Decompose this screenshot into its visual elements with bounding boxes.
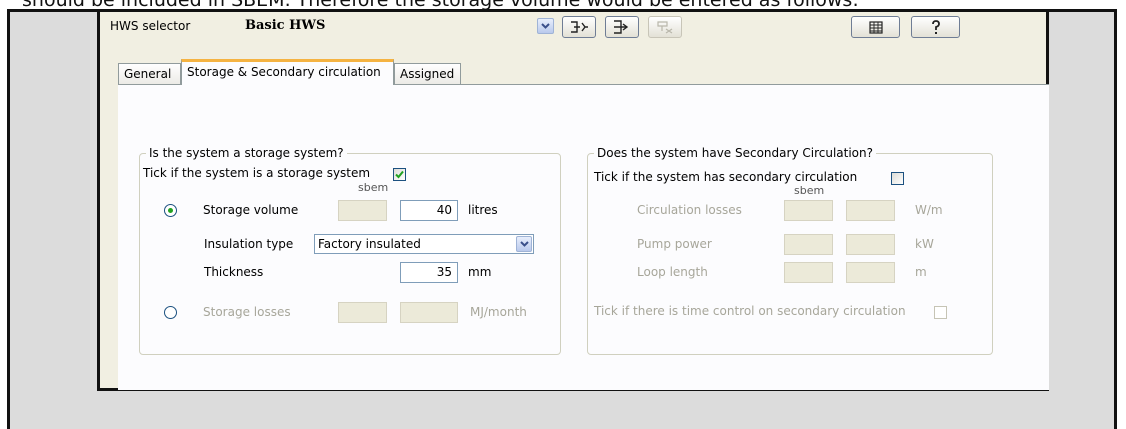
storage-losses-radio[interactable]: [164, 306, 177, 319]
hws-selector-label: HWS selector: [110, 19, 191, 33]
storage-losses-unit: MJ/month: [470, 305, 527, 319]
storage-group-title: Is the system a storage system?: [146, 146, 347, 160]
thickness-input[interactable]: 35: [400, 262, 458, 283]
storage-volume-unit: litres: [468, 203, 498, 217]
circulation-losses-input: [846, 200, 895, 221]
secondary-sbem-header: sbem: [794, 184, 825, 197]
tab-storage-secondary[interactable]: Storage & Secondary circulation: [181, 59, 394, 85]
loop-length-sbem-box: [784, 262, 833, 283]
table-view-button[interactable]: [851, 16, 900, 38]
time-control-label: Tick if there is time control on seconda…: [594, 304, 906, 318]
storage-volume-sbem-box: [338, 200, 387, 221]
time-control-checkbox[interactable]: [934, 306, 947, 319]
checkmark-icon: [395, 170, 404, 179]
storage-volume-input[interactable]: 40: [400, 200, 458, 221]
loop-length-unit: m: [915, 265, 927, 279]
loop-length-input: [846, 262, 895, 283]
hws-dropdown-arrow-icon[interactable]: [537, 18, 554, 34]
storage-group: Is the system a storage system? Tick if …: [139, 146, 561, 355]
secondary-group-title: Does the system have Secondary Circulati…: [594, 146, 876, 160]
insulation-dropdown-arrow-icon[interactable]: [516, 236, 532, 252]
copy-system-icon: [571, 21, 588, 33]
circulation-losses-sbem-box: [784, 200, 833, 221]
hws-window: HWS selector Basic HWS General Storage &…: [97, 9, 1049, 391]
insulation-type-label: Insulation type: [204, 237, 294, 251]
storage-volume-radio[interactable]: [164, 204, 177, 217]
help-button[interactable]: [911, 16, 960, 38]
storage-losses-input: [400, 302, 458, 323]
tab-general[interactable]: General: [118, 63, 181, 84]
storage-sbem-header: sbem: [358, 181, 389, 194]
table-icon: [868, 20, 883, 34]
add-system-icon: [614, 20, 629, 34]
thickness-label: Thickness: [204, 265, 264, 279]
thickness-unit: mm: [468, 265, 492, 279]
delete-system-button[interactable]: [648, 16, 682, 38]
storage-losses-label: Storage losses: [203, 305, 291, 319]
secondary-tick-label: Tick if the system has secondary circula…: [594, 170, 858, 184]
copy-system-button[interactable]: [562, 16, 596, 38]
add-system-button[interactable]: [605, 16, 639, 38]
circulation-losses-label: Circulation losses: [637, 203, 742, 217]
hws-selector-value[interactable]: Basic HWS: [245, 18, 325, 33]
insulation-type-value: Factory insulated: [318, 237, 421, 251]
storage-tick-label: Tick if the system is a storage system: [143, 166, 371, 180]
storage-system-checkbox[interactable]: [393, 168, 406, 181]
secondary-circulation-checkbox[interactable]: [891, 172, 904, 185]
secondary-circulation-group: Does the system have Secondary Circulati…: [587, 146, 993, 355]
delete-system-icon: [657, 21, 673, 34]
pump-power-input: [846, 234, 895, 255]
pump-power-sbem-box: [784, 234, 833, 255]
tab-page: Is the system a storage system? Tick if …: [118, 84, 1049, 390]
pump-power-label: Pump power: [637, 237, 712, 251]
circulation-losses-unit: W/m: [915, 203, 943, 217]
storage-volume-label: Storage volume: [203, 203, 299, 217]
help-icon: [931, 19, 940, 34]
tab-assigned[interactable]: Assigned: [394, 63, 461, 84]
loop-length-label: Loop length: [637, 265, 708, 279]
storage-losses-sbem-box: [338, 302, 387, 323]
pump-power-unit: kW: [915, 237, 934, 251]
insulation-type-select[interactable]: Factory insulated: [314, 234, 534, 254]
